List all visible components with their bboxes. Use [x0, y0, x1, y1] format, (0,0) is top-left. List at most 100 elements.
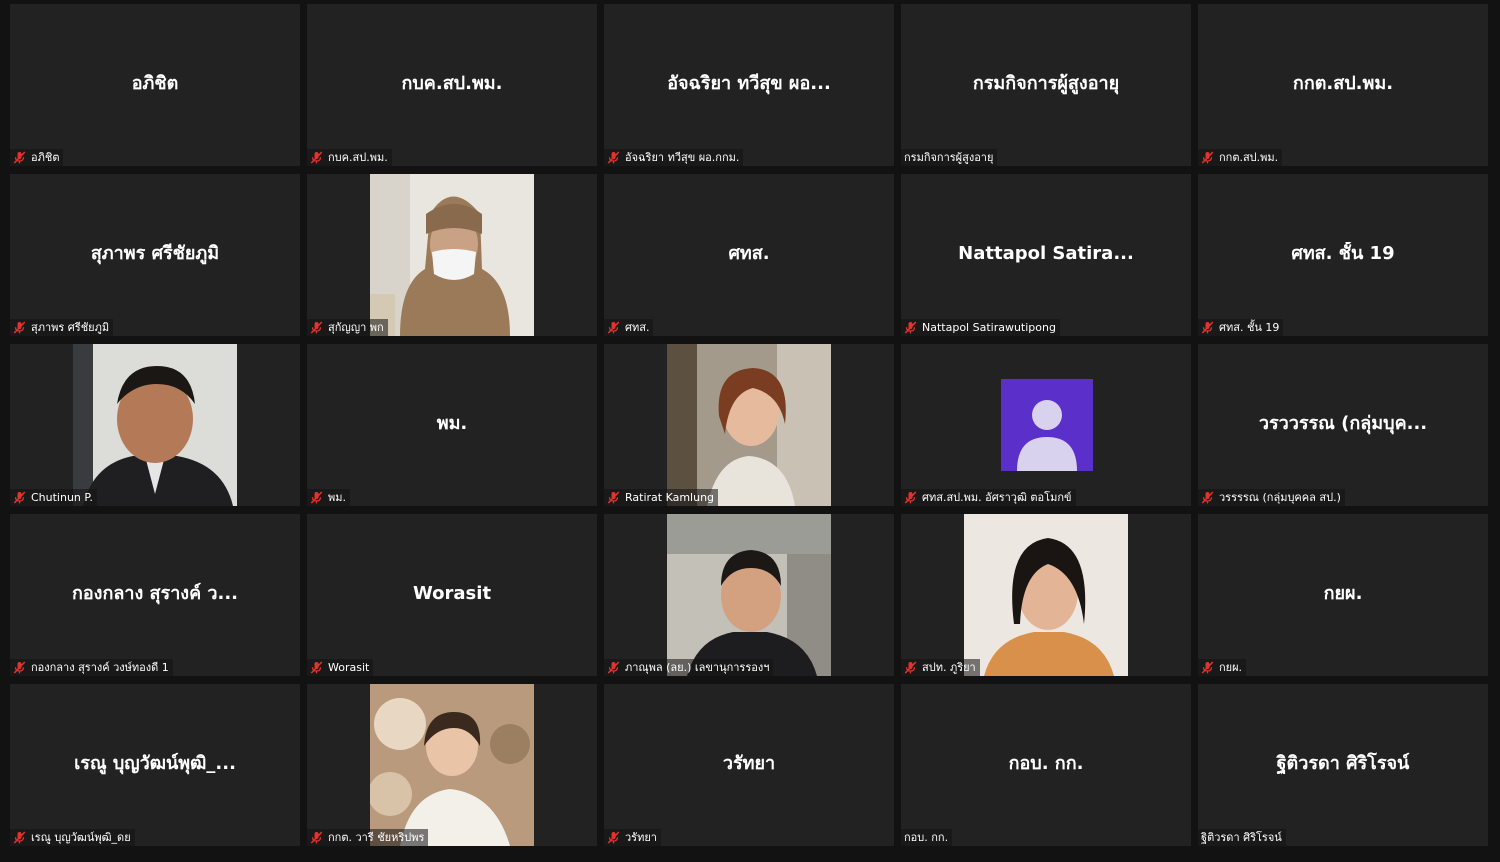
- participant-tile[interactable]: Worasit Worasit: [307, 514, 597, 676]
- participant-tile[interactable]: วรววรรณ (กลุ่มบุค... วรรรรณ (กลุ่มบุคคล ส…: [1198, 344, 1488, 506]
- participant-tile[interactable]: สุภาพร ศรีชัยภูมิ สุภาพร ศรีชัยภูมิ: [10, 174, 300, 336]
- participant-tile[interactable]: Nattapol Satira... Nattapol Satirawutipon…: [901, 174, 1191, 336]
- participant-name-label: เรณู บุญวัฒน์พุฒิ_ดย: [10, 829, 135, 846]
- participant-tile[interactable]: กกต.สป.พม. กกต.สป.พม.: [1198, 4, 1488, 166]
- participant-name-label: วรัทยา: [604, 829, 661, 846]
- participant-tile[interactable]: กบค.สป.พม. กบค.สป.พม.: [307, 4, 597, 166]
- participant-tile[interactable]: กอบ. กก. กอบ. กก.: [901, 684, 1191, 846]
- participant-tile[interactable]: กรมกิจการผู้สูงอายุ กรมกิจการผู้สูงอายุ: [901, 4, 1191, 166]
- participant-name-label: สปท. ภูริยา: [901, 659, 980, 676]
- participant-tile[interactable]: อัจฉริยา ทวีสุข ผอ... อัจฉริยา ทวีสุข ผอ.…: [604, 4, 894, 166]
- participant-label-text: พม.: [328, 491, 346, 504]
- participant-display-name: ศทส.: [728, 243, 770, 264]
- mic-off-icon: [607, 661, 620, 674]
- participant-video: [370, 174, 534, 336]
- participant-name-label: ศทส.สป.พม. อัศราวุฒิ ตอโมกข์: [901, 489, 1076, 506]
- participant-tile[interactable]: วรัทยา วรัทยา: [604, 684, 894, 846]
- mic-off-icon: [13, 151, 26, 164]
- participant-tile[interactable]: Ratirat Kamlung: [604, 344, 894, 506]
- mic-off-icon: [607, 321, 620, 334]
- participant-name-label: วรรรรณ (กลุ่มบุคคล สป.): [1198, 489, 1345, 506]
- mic-off-icon: [13, 831, 26, 844]
- mic-off-icon: [310, 321, 323, 334]
- participant-tile[interactable]: กกต. วารี ชัยหริปพร: [307, 684, 597, 846]
- participant-display-name: อัจฉริยา ทวีสุข ผอ...: [667, 73, 831, 94]
- participant-video: [73, 344, 237, 506]
- person-avatar-icon: [1001, 379, 1093, 471]
- participant-label-text: กอบ. กก.: [904, 831, 949, 844]
- participant-label-text: วรรรรณ (กลุ่มบุคคล สป.): [1219, 491, 1341, 504]
- participant-name-label: กยผ.: [1198, 659, 1247, 676]
- participant-video: [667, 344, 831, 506]
- mic-off-icon: [904, 321, 917, 334]
- participant-tile[interactable]: กยผ. กยผ.: [1198, 514, 1488, 676]
- participant-name-label: กรมกิจการผู้สูงอายุ: [901, 149, 998, 166]
- participant-name-label: สุกัญญา พก: [307, 319, 388, 336]
- participant-name-label: กองกลาง สุรางค์ วงษ์ทองดี 1: [10, 659, 173, 676]
- participant-name-label: อภิชิต: [10, 149, 64, 166]
- participant-display-name: Nattapol Satira...: [958, 243, 1134, 264]
- mic-off-icon: [13, 321, 26, 334]
- participant-display-name: อภิชิต: [131, 73, 179, 94]
- participant-display-name: กบค.สป.พม.: [401, 73, 503, 94]
- participant-tile[interactable]: พม. พม.: [307, 344, 597, 506]
- participant-tile[interactable]: Chutinun P.: [10, 344, 300, 506]
- participant-label-text: สุภาพร ศรีชัยภูมิ: [31, 321, 110, 334]
- participant-gallery: อภิชิต อภิชิต กบค.สป.พม. กบค.สป.พม. อัจฉริยา…: [0, 0, 1500, 862]
- participant-display-name: ฐิติวรดา ศิริโรจน์: [1276, 753, 1410, 774]
- participant-tile[interactable]: ศทส.สป.พม. อัศราวุฒิ ตอโมกข์: [901, 344, 1191, 506]
- mic-off-icon: [310, 661, 323, 674]
- participant-display-name: กองกลาง สุรางค์ ว...: [71, 583, 239, 604]
- participant-label-text: กองกลาง สุรางค์ วงษ์ทองดี 1: [31, 661, 169, 674]
- participant-tile[interactable]: สปท. ภูริยา: [901, 514, 1191, 676]
- participant-display-name: กอบ. กก.: [1008, 753, 1084, 774]
- mic-off-icon: [310, 151, 323, 164]
- participant-display-name: สุภาพร ศรีชัยภูมิ: [90, 243, 220, 264]
- participant-label-text: ศทส.สป.พม. อัศราวุฒิ ตอโมกข์: [922, 491, 1072, 504]
- participant-label-text: อภิชิต: [31, 151, 60, 164]
- participant-display-name: ศทส. ชั้น 19: [1291, 243, 1395, 264]
- participant-display-name: วรววรรณ (กลุ่มบุค...: [1258, 413, 1428, 434]
- participant-label-text: สุกัญญา พก: [328, 321, 384, 334]
- mic-off-icon: [1201, 661, 1214, 674]
- mic-off-icon: [607, 831, 620, 844]
- participant-tile[interactable]: สุกัญญา พก: [307, 174, 597, 336]
- participant-display-name: กกต.สป.พม.: [1292, 73, 1394, 94]
- participant-name-label: กบค.สป.พม.: [307, 149, 392, 166]
- participant-label-text: กบค.สป.พม.: [328, 151, 388, 164]
- participant-name-label: Chutinun P.: [10, 489, 97, 506]
- mic-off-icon: [310, 491, 323, 504]
- participant-label-text: กยผ.: [1219, 661, 1243, 674]
- participant-label-text: ศทส. ชั้น 19: [1219, 321, 1280, 334]
- participant-label-text: สปท. ภูริยา: [922, 661, 976, 674]
- participant-name-label: Ratirat Kamlung: [604, 489, 719, 506]
- participant-name-label: กกต. วารี ชัยหริปพร: [307, 829, 429, 846]
- participant-tile[interactable]: กองกลาง สุรางค์ ว... กองกลาง สุรางค์ วงษ์…: [10, 514, 300, 676]
- participant-tile[interactable]: ฐิติวรดา ศิริโรจน์ ฐิติวรดา ศิริโรจน์: [1198, 684, 1488, 846]
- participant-label-text: อัจฉริยา ทวีสุข ผอ.กกม.: [625, 151, 740, 164]
- participant-display-name: เรณู บุญวัฒน์พุฒิ_...: [74, 753, 236, 774]
- participant-name-label: ภาณุพล (ลย.) เลขานุการรองฯ: [604, 659, 774, 676]
- participant-name-label: กอบ. กก.: [901, 829, 953, 846]
- participant-name-label: สุภาพร ศรีชัยภูมิ: [10, 319, 114, 336]
- participant-label-text: กกต. วารี ชัยหริปพร: [328, 831, 425, 844]
- participant-tile[interactable]: อภิชิต อภิชิต: [10, 4, 300, 166]
- participant-tile[interactable]: ศทส. ชั้น 19 ศทส. ชั้น 19: [1198, 174, 1488, 336]
- mic-off-icon: [607, 491, 620, 504]
- participant-name-label: พม.: [307, 489, 350, 506]
- participant-tile[interactable]: เรณู บุญวัฒน์พุฒิ_... เรณู บุญวัฒน์พุฒิ_ด…: [10, 684, 300, 846]
- participant-label-text: เรณู บุญวัฒน์พุฒิ_ดย: [31, 831, 131, 844]
- mic-off-icon: [904, 491, 917, 504]
- participant-name-label: ศทส. ชั้น 19: [1198, 319, 1284, 336]
- mic-off-icon: [1201, 151, 1214, 164]
- participant-video: [667, 514, 831, 676]
- participant-name-label: อัจฉริยา ทวีสุข ผอ.กกม.: [604, 149, 744, 166]
- participant-tile[interactable]: ศทส. ศทส.: [604, 174, 894, 336]
- participant-video: [370, 684, 534, 846]
- mic-off-icon: [310, 831, 323, 844]
- mic-off-icon: [607, 151, 620, 164]
- participant-tile[interactable]: ภาณุพล (ลย.) เลขานุการรองฯ: [604, 514, 894, 676]
- participant-label-text: Nattapol Satirawutipong: [922, 321, 1056, 334]
- participant-name-label: ศทส.: [604, 319, 654, 336]
- mic-off-icon: [1201, 321, 1214, 334]
